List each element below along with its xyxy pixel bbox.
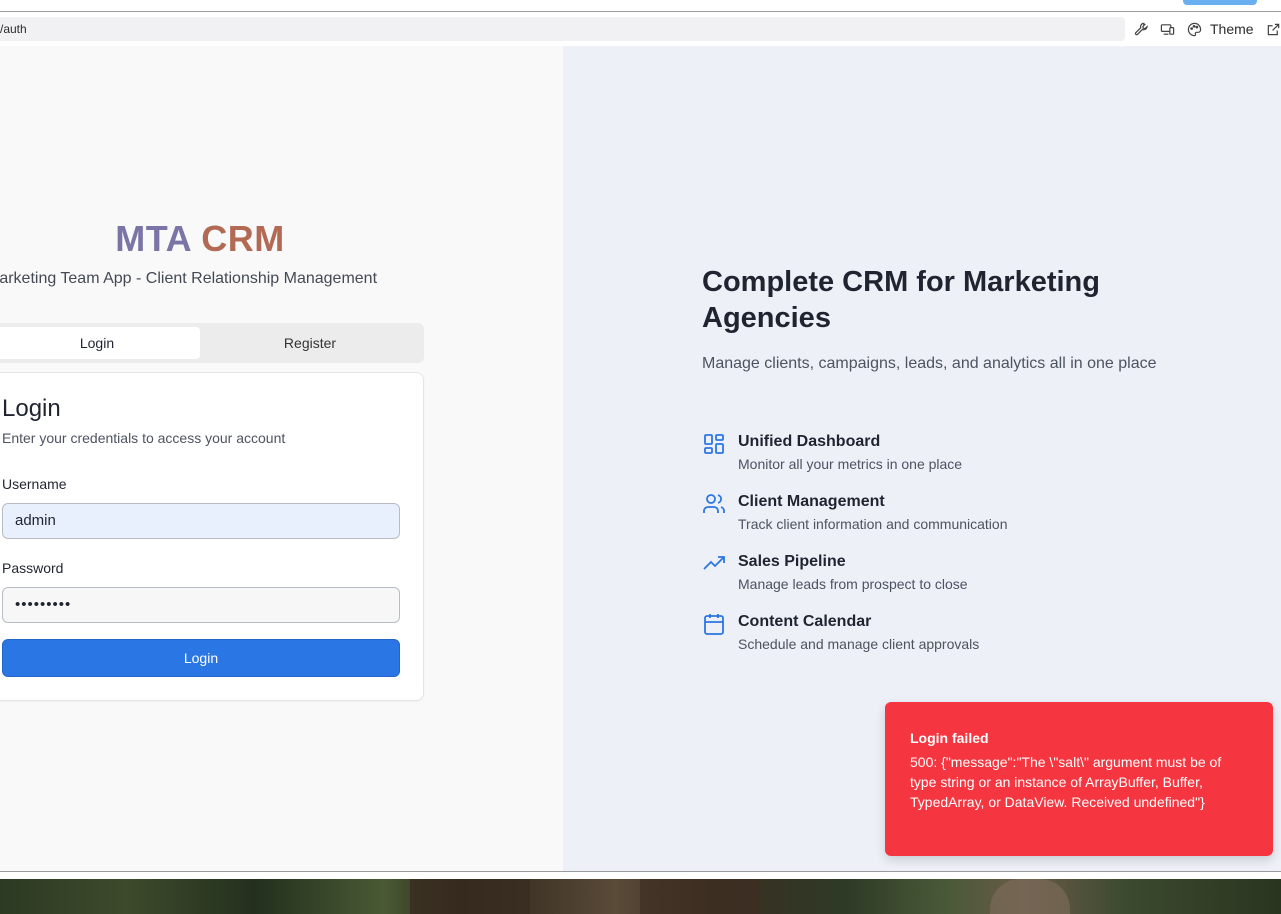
error-toast[interactable]: Login failed 500: {"message":"The \"salt…	[885, 702, 1273, 856]
feature-description: Track client information and communicati…	[738, 516, 1008, 532]
theme-button[interactable]: Theme	[1210, 21, 1254, 37]
feature-client-management: Client Management Track client informati…	[702, 492, 1202, 540]
wrench-icon[interactable]	[1132, 20, 1150, 38]
feature-title: Unified Dashboard	[738, 433, 881, 450]
login-card-title: Login	[2, 395, 61, 422]
feature-description: Schedule and manage client approvals	[738, 636, 980, 652]
brand-subtitle: Marketing Team App - Client Relationship…	[0, 270, 378, 287]
auth-panel: MTA CRM Marketing Team App - Client Rela…	[0, 46, 563, 871]
feature-unified-dashboard: Unified Dashboard Monitor all your metri…	[702, 432, 1202, 480]
tab-login[interactable]: Login	[0, 327, 200, 359]
password-label: Password	[2, 560, 64, 576]
calendar-icon	[702, 612, 726, 636]
url-bar[interactable]: /auth	[0, 17, 1125, 41]
devices-icon[interactable]	[1158, 20, 1176, 38]
browser-toolbar: /auth Theme	[0, 12, 1281, 46]
feature-sales-pipeline: Sales Pipeline Manage leads from prospec…	[702, 552, 1202, 600]
brand-part-2: CRM	[201, 218, 285, 259]
password-field[interactable]: •••••••••	[2, 587, 400, 623]
wallpaper-tree	[410, 879, 530, 914]
window-bottom-border	[0, 871, 1281, 879]
tab-register[interactable]: Register	[200, 327, 420, 359]
external-link-icon[interactable]	[1264, 20, 1281, 38]
brand-logo: MTA CRM	[0, 218, 400, 260]
feature-content-calendar: Content Calendar Schedule and manage cli…	[702, 612, 1202, 660]
tab-indicator[interactable]	[1183, 0, 1257, 5]
window-top-strip	[0, 0, 1281, 12]
username-field[interactable]: admin	[2, 503, 400, 539]
username-label: Username	[2, 476, 67, 492]
login-card: Login Enter your credentials to access y…	[0, 372, 424, 701]
toast-message: 500: {"message":"The \"salt\" argument m…	[910, 754, 1222, 810]
hero-title: Complete CRM for Marketing Agencies	[702, 266, 1100, 334]
wallpaper-tree	[990, 879, 1070, 914]
trending-up-icon	[702, 552, 726, 576]
toast-title: Login failed	[910, 730, 989, 746]
feature-title: Client Management	[738, 493, 885, 510]
hero-subtitle: Manage clients, campaigns, leads, and an…	[702, 355, 1157, 372]
users-icon	[702, 492, 726, 516]
dashboard-icon	[702, 432, 726, 456]
auth-tabs: Login Register	[0, 323, 424, 363]
palette-icon[interactable]	[1185, 20, 1203, 38]
login-card-description: Enter your credentials to access your ac…	[2, 430, 286, 446]
feature-description: Manage leads from prospect to close	[738, 576, 968, 592]
feature-title: Content Calendar	[738, 613, 872, 630]
brand-part-1: MTA	[115, 218, 191, 259]
feature-description: Monitor all your metrics in one place	[738, 456, 963, 472]
feature-title: Sales Pipeline	[738, 553, 846, 570]
desktop-wallpaper	[0, 879, 1281, 914]
wallpaper-tree	[640, 879, 760, 914]
login-button[interactable]: Login	[2, 639, 400, 677]
